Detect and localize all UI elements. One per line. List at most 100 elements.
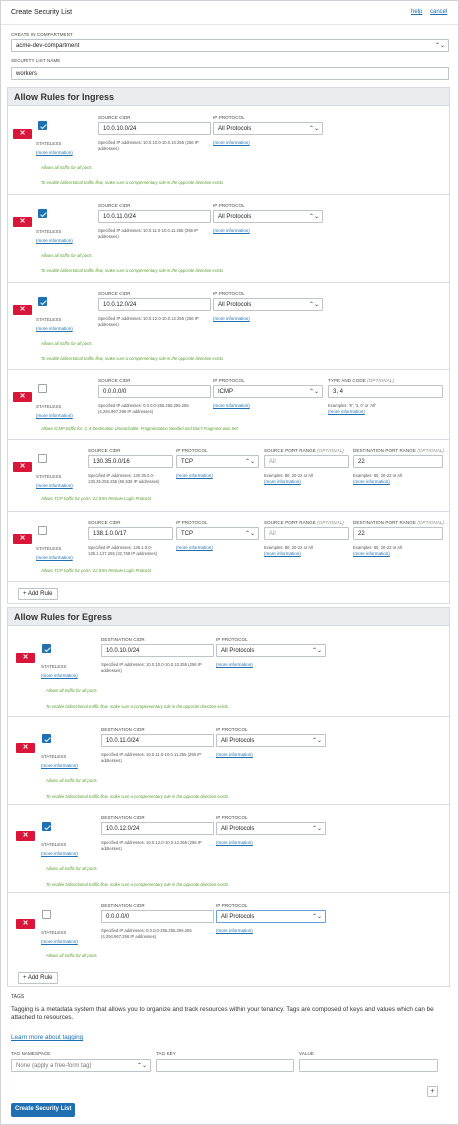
more-info-link[interactable]: (more information) (216, 840, 253, 845)
more-info-link[interactable]: (more information) (176, 545, 213, 550)
ip-protocol-select[interactable]: All Protocols ⌃⌄ (216, 734, 326, 747)
more-info-link[interactable]: (more information) (36, 555, 73, 560)
close-icon: ✕ (22, 920, 29, 927)
ip-protocol-select[interactable]: TCP ⌃⌄ (176, 527, 259, 540)
source-cidr-input[interactable]: 138.1.0.0/17 (88, 527, 173, 540)
compartment-select[interactable]: acme-dev-compartment ⌃⌄ (11, 39, 449, 52)
stateless-checkbox[interactable] (42, 910, 51, 919)
more-info-link[interactable]: (more information) (328, 409, 365, 414)
more-info-link[interactable]: (more information) (41, 763, 78, 768)
tags-title: TAGS (11, 994, 25, 1000)
remove-rule-button[interactable]: ✕ (13, 534, 32, 544)
ip-protocol-select[interactable]: ICMP ⌃⌄ (213, 385, 323, 398)
traffic-note: Allows all traffic for all ports (46, 866, 97, 871)
tag-value-input[interactable] (299, 1059, 438, 1072)
more-info-link[interactable]: (more information) (36, 326, 73, 331)
chevron-down-icon: ⌃⌄ (308, 126, 319, 132)
stateless-checkbox[interactable] (38, 121, 47, 130)
ip-protocol-select[interactable]: All Protocols ⌃⌄ (213, 122, 323, 135)
ip-protocol-select[interactable]: All Protocols ⌃⌄ (216, 822, 326, 835)
more-info-link[interactable]: (more information) (36, 150, 73, 155)
more-info-link[interactable]: (more information) (264, 479, 301, 484)
stateless-checkbox[interactable] (38, 297, 47, 306)
stateless-checkbox[interactable] (38, 209, 47, 218)
destination-port-input[interactable]: 22 (353, 455, 443, 468)
stateless-checkbox[interactable] (42, 734, 51, 743)
security-list-name-input[interactable]: workers (11, 67, 449, 80)
more-info-link[interactable]: (more information) (216, 752, 253, 757)
dialog-title: Create Security List (11, 9, 73, 16)
more-info-link[interactable]: (more information) (213, 403, 250, 408)
destination-cidr-input[interactable]: 10.0.10.0/24 (101, 644, 214, 657)
tag-key-input[interactable] (156, 1059, 294, 1072)
more-info-link[interactable]: (more information) (36, 413, 73, 418)
stateless-checkbox[interactable] (38, 384, 47, 393)
chevron-down-icon: ⌃⌄ (136, 1063, 147, 1069)
close-icon: ✕ (22, 832, 29, 839)
remove-rule-button[interactable]: ✕ (13, 462, 32, 472)
remove-rule-button[interactable]: ✕ (16, 831, 35, 841)
more-info-link[interactable]: (more information) (213, 140, 250, 145)
remove-rule-button[interactable]: ✕ (16, 653, 35, 663)
destination-cidr-input[interactable]: 0.0.0.0/0 (101, 910, 214, 923)
cancel-link[interactable]: cancel (430, 9, 447, 15)
source-cidr-input[interactable]: 10.0.12.0/24 (98, 298, 211, 311)
source-cidr-input[interactable]: 130.35.0.0/16 (88, 455, 173, 468)
more-info-link[interactable]: (more information) (353, 479, 390, 484)
help-link[interactable]: help (411, 9, 422, 15)
ip-protocol-select[interactable]: All Protocols ⌃⌄ (213, 210, 323, 223)
learn-more-tagging-link[interactable]: Learn more about tagging (11, 1034, 83, 1041)
source-cidr-input[interactable]: 0.0.0.0/0 (98, 385, 211, 398)
more-info-link[interactable]: (more information) (213, 228, 250, 233)
ip-protocol-select[interactable]: All Protocols ⌃⌄ (216, 910, 326, 923)
more-info-link[interactable]: (more information) (213, 316, 250, 321)
tag-namespace-select[interactable]: None (apply a free-form tag) ⌃⌄ (11, 1059, 151, 1072)
more-info-link[interactable]: (more information) (36, 238, 73, 243)
remove-rule-button[interactable]: ✕ (13, 392, 32, 402)
source-port-input[interactable]: All (264, 527, 349, 540)
remove-rule-button[interactable]: ✕ (16, 919, 35, 929)
destination-cidr-input[interactable]: 10.0.11.0/24 (101, 734, 214, 747)
remove-rule-button[interactable]: ✕ (13, 217, 32, 227)
add-ingress-rule-button[interactable]: + Add Rule (18, 588, 58, 600)
cidr-help-text: Specified IP addresses: 0.0.0.0-255.255.… (98, 403, 189, 414)
source-cidr-label: SOURCE CIDR (98, 203, 131, 208)
ingress-rule: ✕ STATELESS (more information) SOURCE CI… (8, 195, 449, 283)
ip-protocol-select[interactable]: TCP ⌃⌄ (176, 455, 259, 468)
more-info-link[interactable]: (more information) (264, 551, 301, 556)
ip-protocol-select[interactable]: All Protocols ⌃⌄ (216, 644, 326, 657)
stateless-checkbox[interactable] (42, 822, 51, 831)
source-cidr-input[interactable]: 10.0.10.0/24 (98, 122, 211, 135)
chevron-down-icon: ⌃⌄ (311, 648, 322, 654)
egress-section: Allow Rules for Egress ✕ STATELESS (more… (7, 607, 450, 987)
ip-protocol-select[interactable]: All Protocols ⌃⌄ (213, 298, 323, 311)
source-port-input[interactable]: All (264, 455, 349, 468)
more-info-link[interactable]: (more information) (41, 673, 78, 678)
source-cidr-input[interactable]: 10.0.11.0/24 (98, 210, 211, 223)
stateless-checkbox[interactable] (38, 526, 47, 535)
more-info-link[interactable]: (more information) (216, 928, 253, 933)
destination-cidr-input[interactable]: 10.0.12.0/24 (101, 822, 214, 835)
destination-port-input[interactable]: 22 (353, 527, 443, 540)
more-info-link[interactable]: (more information) (353, 551, 390, 556)
create-security-list-button[interactable]: Create Security List (11, 1103, 76, 1117)
stateless-checkbox[interactable] (42, 644, 51, 653)
source-cidr-label: SOURCE CIDR (98, 378, 131, 383)
remove-rule-button[interactable]: ✕ (13, 305, 32, 315)
add-tag-button[interactable]: + (427, 1086, 438, 1097)
remove-rule-button[interactable]: ✕ (16, 743, 35, 753)
more-info-link[interactable]: (more information) (41, 939, 78, 944)
type-code-input[interactable]: 3, 4 (328, 385, 443, 398)
stateless-label: STATELESS (36, 404, 62, 409)
more-info-link[interactable]: (more information) (176, 473, 213, 478)
chevron-down-icon: ⌃⌄ (244, 459, 255, 465)
cidr-help-text: Specified IP addresses: 138.1.0.0-138.1.… (88, 545, 158, 556)
remove-rule-button[interactable]: ✕ (13, 129, 32, 139)
more-info-link[interactable]: (more information) (41, 851, 78, 856)
more-info-link[interactable]: (more information) (36, 483, 73, 488)
add-egress-rule-button[interactable]: + Add Rule (18, 972, 58, 984)
stateless-label: STATELESS (41, 754, 67, 759)
more-info-link[interactable]: (more information) (216, 662, 253, 667)
cidr-help-text: Specified IP addresses: 10.0.11.0-10.0.1… (98, 228, 199, 239)
stateless-checkbox[interactable] (38, 454, 47, 463)
